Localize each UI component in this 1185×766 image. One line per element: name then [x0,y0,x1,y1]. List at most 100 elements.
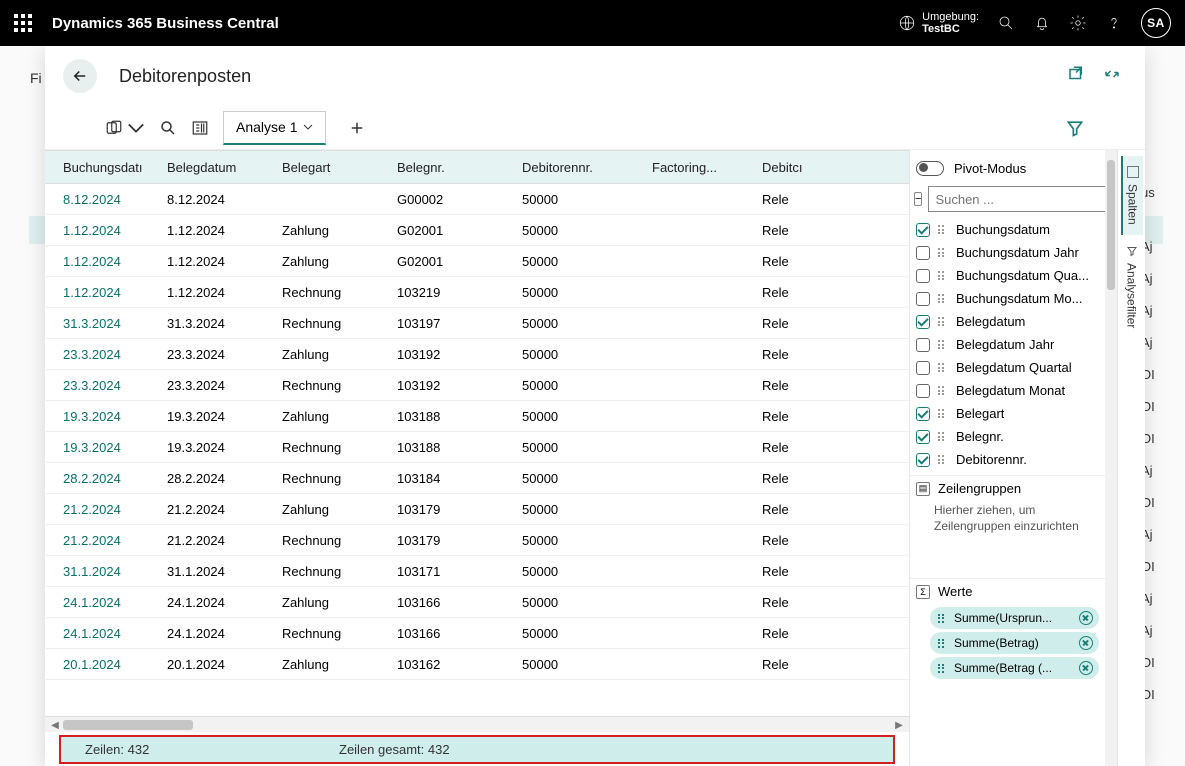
remove-value-icon[interactable] [1079,636,1093,650]
open-new-window-icon[interactable] [1067,65,1085,88]
field-item[interactable]: Belegdatum Quartal [910,356,1105,379]
drag-icon[interactable] [938,409,948,418]
value-chip[interactable]: Summe(Betrag (... [930,657,1099,679]
filter-button[interactable] [1065,118,1085,138]
posting-date-link[interactable]: 23.3.2024 [45,378,155,393]
posting-date-link[interactable]: 24.1.2024 [45,626,155,641]
table-row[interactable]: 24.1.202424.1.2024Zahlung10316650000Rele [45,587,909,618]
back-button[interactable] [63,59,97,93]
field-item[interactable]: Buchungsdatum Mo... [910,287,1105,310]
analysis-button[interactable] [191,119,209,137]
posting-date-link[interactable]: 19.3.2024 [45,409,155,424]
collapse-icon[interactable] [1103,65,1121,88]
value-chip[interactable]: Summe(Betrag) [930,632,1099,654]
vtab-filters[interactable]: Analysefilter [1122,235,1142,338]
table-row[interactable]: 1.12.20241.12.2024Rechnung10321950000Rel… [45,277,909,308]
posting-date-link[interactable]: 24.1.2024 [45,595,155,610]
col-header[interactable]: Debitcı [750,160,810,175]
table-row[interactable]: 19.3.202419.3.2024Zahlung10318850000Rele [45,401,909,432]
col-header[interactable]: Buchungsdatı [45,160,155,175]
field-checkbox[interactable] [916,269,930,283]
field-checkbox[interactable] [916,315,930,329]
drag-icon[interactable] [938,317,948,326]
col-header[interactable]: Belegnr. [385,160,510,175]
field-item[interactable]: Belegdatum [910,310,1105,333]
table-row[interactable]: 24.1.202424.1.2024Rechnung10316650000Rel… [45,618,909,649]
posting-date-link[interactable]: 1.12.2024 [45,285,155,300]
field-item[interactable]: Buchungsdatum Jahr [910,241,1105,264]
pivot-mode-toggle[interactable] [916,161,944,176]
share-button[interactable] [105,119,145,137]
app-launcher-icon[interactable] [14,14,32,32]
collapse-fields-button[interactable]: − [914,192,922,206]
search-button[interactable] [159,119,177,137]
table-row[interactable]: 1.12.20241.12.2024ZahlungG0200150000Rele [45,215,909,246]
table-row[interactable]: 23.3.202423.3.2024Zahlung10319250000Rele [45,339,909,370]
field-item[interactable]: Belegdatum Monat [910,379,1105,402]
vtab-columns[interactable]: Spalten [1121,156,1143,235]
field-checkbox[interactable] [916,361,930,375]
help-icon[interactable] [1105,14,1123,32]
remove-value-icon[interactable] [1079,611,1093,625]
horizontal-scrollbar[interactable]: ◀ ▶ [45,716,909,732]
field-item[interactable]: Belegnr. [910,425,1105,448]
posting-date-link[interactable]: 28.2.2024 [45,471,155,486]
field-item[interactable]: Buchungsdatum [910,218,1105,241]
drag-icon[interactable] [938,340,948,349]
col-header[interactable]: Belegart [270,160,385,175]
bell-icon[interactable] [1033,14,1051,32]
table-row[interactable]: 21.2.202421.2.2024Rechnung10317950000Rel… [45,525,909,556]
add-tab-button[interactable] [340,111,374,145]
col-header[interactable]: Belegdatum [155,160,270,175]
table-row[interactable]: 20.1.202420.1.2024Zahlung10316250000Rele [45,649,909,680]
table-row[interactable]: 1.12.20241.12.2024ZahlungG0200150000Rele [45,246,909,277]
posting-date-link[interactable]: 31.3.2024 [45,316,155,331]
drag-icon[interactable] [938,363,948,372]
table-row[interactable]: 28.2.202428.2.2024Rechnung10318450000Rel… [45,463,909,494]
posting-date-link[interactable]: 1.12.2024 [45,254,155,269]
posting-date-link[interactable]: 31.1.2024 [45,564,155,579]
field-checkbox[interactable] [916,292,930,306]
posting-date-link[interactable]: 23.3.2024 [45,347,155,362]
col-header[interactable]: Factoring... [640,160,750,175]
drag-icon[interactable] [938,432,948,441]
field-checkbox[interactable] [916,384,930,398]
remove-value-icon[interactable] [1079,661,1093,675]
avatar[interactable]: SA [1141,8,1171,38]
posting-date-link[interactable]: 19.3.2024 [45,440,155,455]
table-row[interactable]: 23.3.202423.3.2024Rechnung10319250000Rel… [45,370,909,401]
field-item[interactable]: Buchungsdatum Qua... [910,264,1105,287]
field-checkbox[interactable] [916,407,930,421]
posting-date-link[interactable]: 21.2.2024 [45,502,155,517]
search-icon[interactable] [997,14,1015,32]
value-chip[interactable]: Summe(Ursprun... [930,607,1099,629]
drag-icon[interactable] [938,639,948,648]
drag-icon[interactable] [938,614,948,623]
drag-icon[interactable] [938,248,948,257]
table-row[interactable]: 31.3.202431.3.2024Rechnung10319750000Rel… [45,308,909,339]
drag-icon[interactable] [938,386,948,395]
field-checkbox[interactable] [916,338,930,352]
drag-icon[interactable] [938,455,948,464]
drag-icon[interactable] [938,225,948,234]
posting-date-link[interactable]: 21.2.2024 [45,533,155,548]
field-item[interactable]: Debitorennr. [910,448,1105,471]
tab-analysis[interactable]: Analyse 1 [223,111,326,145]
posting-date-link[interactable]: 20.1.2024 [45,657,155,672]
col-header[interactable]: Debitorennr. [510,160,640,175]
field-checkbox[interactable] [916,246,930,260]
drag-icon[interactable] [938,664,948,673]
drag-icon[interactable] [938,294,948,303]
field-checkbox[interactable] [916,223,930,237]
field-checkbox[interactable] [916,430,930,444]
panel-vertical-scrollbar[interactable] [1105,150,1117,766]
table-row[interactable]: 8.12.20248.12.2024G0000250000Rele [45,184,909,215]
field-item[interactable]: Belegdatum Jahr [910,333,1105,356]
posting-date-link[interactable]: 1.12.2024 [45,223,155,238]
environment-indicator[interactable]: Umgebung: TestBC [898,11,979,35]
table-row[interactable]: 19.3.202419.3.2024Rechnung10318850000Rel… [45,432,909,463]
posting-date-link[interactable]: 8.12.2024 [45,192,155,207]
table-row[interactable]: 31.1.202431.1.2024Rechnung10317150000Rel… [45,556,909,587]
field-checkbox[interactable] [916,453,930,467]
table-row[interactable]: 21.2.202421.2.2024Zahlung10317950000Rele [45,494,909,525]
